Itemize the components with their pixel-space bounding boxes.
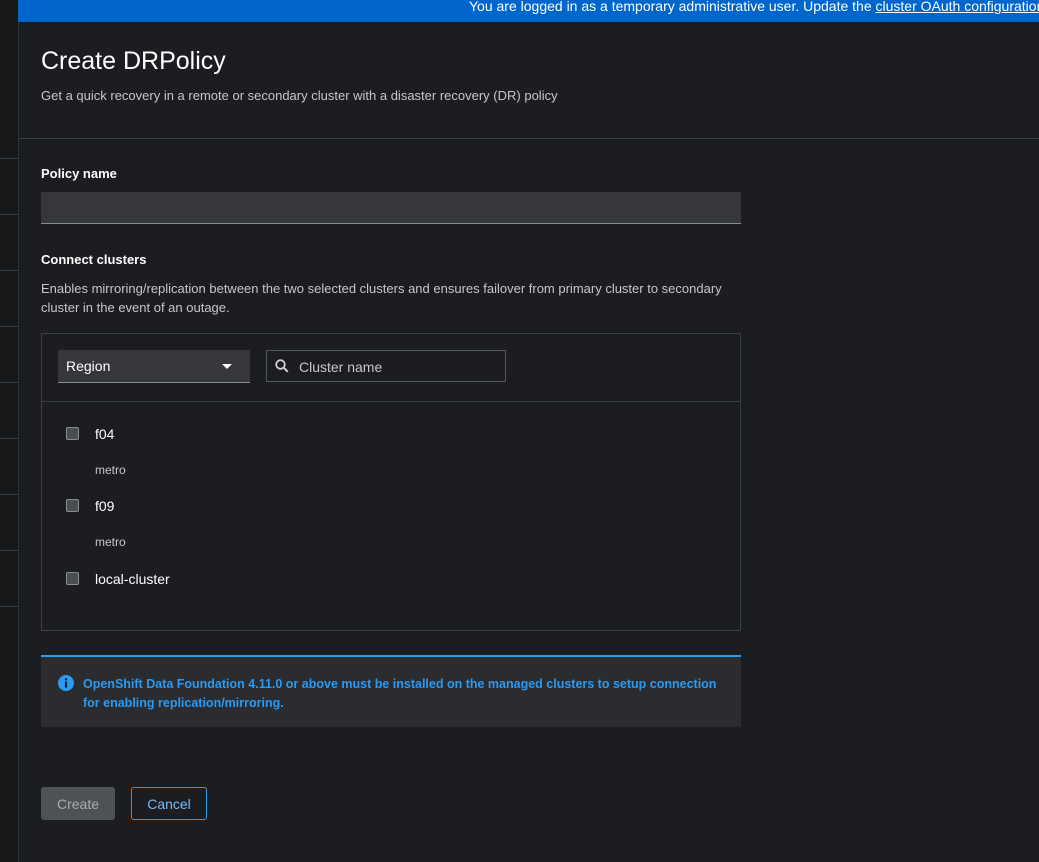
rail-divider [0, 438, 18, 439]
policy-name-label: Policy name [41, 166, 117, 181]
banner-oauth-link[interactable]: cluster OAuth configuration [876, 0, 1039, 14]
rail-divider [0, 214, 18, 215]
info-circle-icon [58, 675, 74, 691]
connect-clusters-label: Connect clusters [41, 252, 147, 267]
cluster-name: f09 [95, 498, 115, 514]
region-filter-value: Region [66, 358, 111, 374]
policy-name-input[interactable] [41, 192, 741, 224]
cluster-name: local-cluster [95, 571, 170, 587]
cluster-checkbox[interactable] [66, 427, 79, 440]
cluster-search-input[interactable] [297, 351, 501, 383]
cluster-region: metro [95, 463, 126, 477]
left-navigation-rail [0, 0, 19, 862]
rail-divider [0, 270, 18, 271]
rail-divider [0, 158, 18, 159]
alert-message: OpenShift Data Foundation 4.11.0 or abov… [83, 677, 717, 710]
cancel-button[interactable]: Cancel [131, 787, 207, 820]
connect-clusters-helper: Enables mirroring/replication between th… [41, 281, 722, 315]
rail-divider [0, 382, 18, 383]
cluster-search [266, 350, 506, 383]
create-button[interactable]: Create [41, 787, 115, 820]
cluster-checkbox[interactable] [66, 499, 79, 512]
cluster-name: f04 [95, 426, 115, 442]
page-subtitle: Get a quick recovery in a remote or seco… [41, 88, 558, 103]
info-alert: OpenShift Data Foundation 4.11.0 or abov… [41, 655, 741, 727]
rail-divider [0, 326, 18, 327]
caret-down-icon [222, 364, 232, 369]
search-icon [275, 359, 289, 373]
banner-text: You are logged in as a temporary adminis… [469, 0, 876, 14]
page-header: Create DRPolicy Get a quick recovery in … [18, 22, 1039, 139]
cluster-checkbox[interactable] [66, 572, 79, 585]
page-title: Create DRPolicy [41, 47, 226, 75]
rail-divider [0, 606, 18, 607]
cluster-toolbar: Region [42, 334, 740, 402]
cluster-region: metro [95, 535, 126, 549]
rail-divider [0, 550, 18, 551]
cluster-selection-panel: Region f04 metro f09 metro local-cluster [41, 333, 741, 631]
region-filter-dropdown[interactable]: Region [58, 350, 250, 383]
admin-banner: You are logged in as a temporary adminis… [18, 0, 1039, 22]
rail-divider [0, 494, 18, 495]
